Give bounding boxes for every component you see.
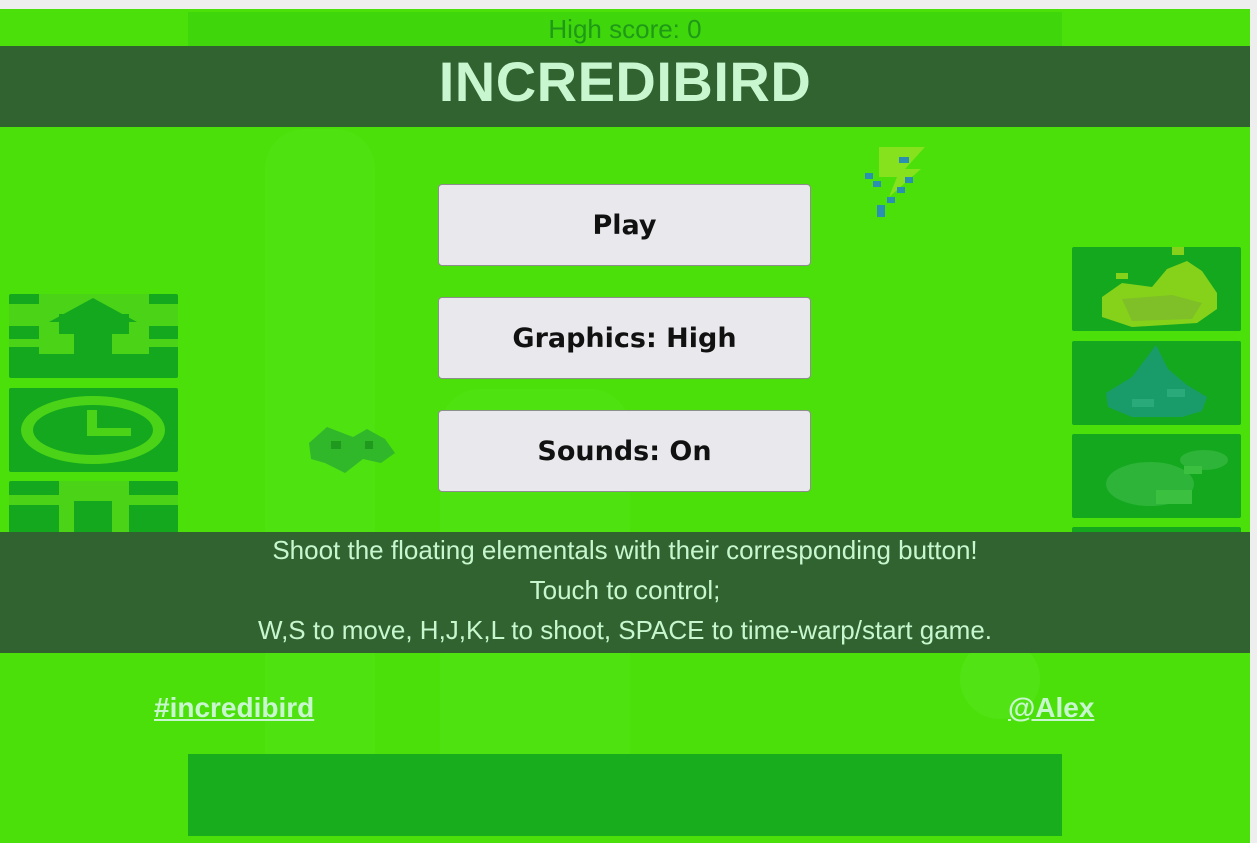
instructions-band: Shoot the floating elementals with their…: [0, 532, 1250, 653]
water-element-icon: [1106, 345, 1207, 417]
move-up-tile[interactable]: [9, 294, 178, 378]
time-warp-tile[interactable]: [9, 388, 178, 472]
author-link[interactable]: @Alex: [1008, 692, 1094, 724]
instruction-line: Shoot the floating elementals with their…: [272, 535, 978, 565]
sounds-toggle-button[interactable]: Sounds: On: [438, 410, 811, 492]
graphics-toggle-button[interactable]: Graphics: High: [438, 297, 811, 379]
background-streak: [265, 129, 375, 829]
game-canvas[interactable]: High score: 0 INCREDIBIRD Play Graphics:…: [0, 9, 1250, 843]
bird-icon[interactable]: [305, 419, 397, 475]
down-arrow-icon: [9, 481, 178, 533]
instruction-line: Touch to control;: [529, 575, 721, 605]
shoot-earth-tile[interactable]: [1072, 434, 1241, 518]
title-band: INCREDIBIRD: [0, 46, 1250, 127]
clock-icon: [21, 396, 165, 464]
shoot-fire-tile[interactable]: [1072, 247, 1241, 331]
shoot-water-tile[interactable]: [1072, 341, 1241, 425]
hashtag-link[interactable]: #incredibird: [154, 692, 314, 724]
play-button[interactable]: Play: [438, 184, 811, 266]
scrollbar-gutter: [1250, 9, 1257, 843]
high-score-text: High score: 0: [548, 14, 702, 44]
high-score-bar: High score: 0: [188, 12, 1062, 46]
earth-element-icon: [1106, 450, 1228, 506]
browser-top-strip: [0, 0, 1257, 9]
up-arrow-icon: [9, 294, 178, 378]
move-down-tile[interactable]: [9, 481, 178, 533]
fire-element-icon: [1102, 247, 1217, 327]
ad-placeholder: [188, 754, 1062, 836]
instruction-line: W,S to move, H,J,K,L to shoot, SPACE to …: [257, 615, 993, 645]
lightning-elemental-icon[interactable]: [865, 147, 927, 219]
game-title: INCREDIBIRD: [438, 50, 812, 113]
